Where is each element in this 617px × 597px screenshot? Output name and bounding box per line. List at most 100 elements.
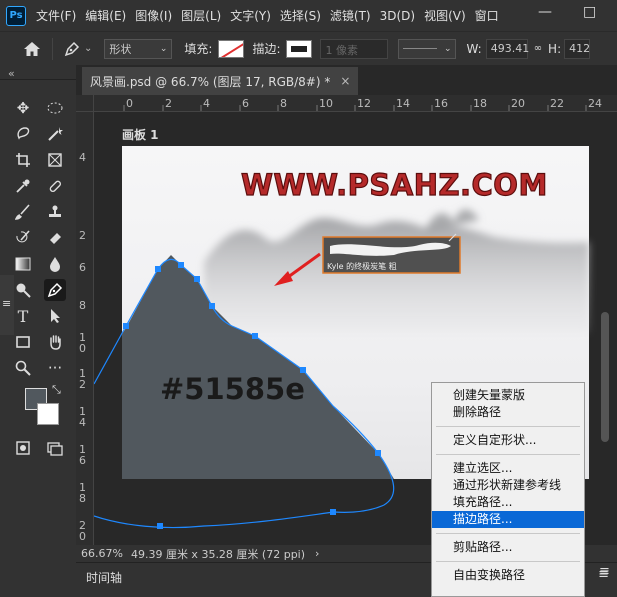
panel-dock-tab[interactable]: ≡ [0, 275, 14, 335]
fill-swatch[interactable] [218, 39, 245, 58]
ruler-label: 20 [511, 97, 525, 110]
menu-layer[interactable]: 图层(L) [181, 7, 221, 24]
menu-image[interactable]: 图像(I) [135, 7, 172, 24]
zoom-level[interactable]: 66.67% [81, 547, 123, 560]
brush-tool-icon[interactable] [12, 201, 34, 223]
tool-mode-select[interactable]: 形状 ⌄ [104, 38, 173, 59]
status-menu-arrow[interactable]: › [315, 547, 319, 560]
link-dimensions-icon[interactable]: ∞ [534, 43, 542, 54]
lasso-tool-icon[interactable] [12, 123, 34, 145]
timeline-tab[interactable]: 时间轴 [86, 569, 122, 586]
screen-mode-icon[interactable] [44, 437, 66, 459]
document-size: 49.39 厘米 x 35.28 厘米 (72 ppi) [130, 547, 306, 561]
hand-tool-icon[interactable] [44, 331, 66, 353]
menu-item-free-transform-path[interactable]: 自由变换路径 [432, 567, 584, 584]
menu-file[interactable]: 文件(F) [36, 7, 76, 24]
line-style-preview [403, 48, 438, 49]
menu-item-clipping-path[interactable]: 剪贴路径... [432, 539, 584, 556]
menu-item-make-selection[interactable]: 建立选区... [432, 460, 584, 477]
fill-label: 填充: [184, 42, 213, 56]
eyedropper-tool-icon[interactable] [12, 175, 34, 197]
minimize-button[interactable]: — [538, 4, 552, 20]
stroke-type-select[interactable]: ⌄ [398, 38, 457, 59]
divider [0, 79, 76, 80]
ruler-label: 0 [126, 97, 133, 110]
marquee-ellipse-tool-icon[interactable] [44, 97, 66, 119]
menu-separator [436, 561, 580, 562]
vertical-ruler[interactable]: 2 4 6 8 1 0 1 2 1 4 1 6 1 8 2 0 [76, 112, 94, 545]
eraser-tool-icon[interactable] [44, 227, 66, 249]
pen-tool-icon[interactable] [44, 279, 66, 301]
menu-item-stroke-path[interactable]: 描边路径... [432, 511, 584, 528]
stroke-swatch[interactable] [286, 39, 313, 58]
vertical-scrollbar[interactable] [597, 112, 617, 545]
ruler-label: 24 [588, 97, 602, 110]
menu-item-define-custom-shape[interactable]: 定义自定形状... [432, 432, 584, 449]
zoom-tool-icon[interactable] [12, 357, 34, 379]
frame-tool-icon[interactable] [44, 149, 66, 171]
panel-menu-icon[interactable]: ≡ [599, 564, 610, 579]
background-color-swatch[interactable] [37, 403, 59, 425]
blur-tool-icon[interactable] [44, 253, 66, 275]
swap-colors-icon[interactable]: ⤡ [52, 383, 61, 397]
clone-stamp-tool-icon[interactable] [44, 201, 66, 223]
magic-wand-tool-icon[interactable] [44, 123, 66, 145]
move-tool-icon[interactable]: ✥ [12, 97, 34, 119]
ruler-origin[interactable] [76, 95, 94, 112]
chevron-down-icon: ⌄ [84, 43, 93, 54]
ruler-label: 6 [79, 261, 86, 274]
chevron-down-icon: ⌄ [443, 43, 452, 54]
menu-window[interactable]: 窗口 [475, 7, 499, 24]
ruler-label: 8 [79, 299, 86, 312]
no-fill-slash-icon [219, 40, 244, 57]
menu-3d[interactable]: 3D(D) [380, 9, 415, 23]
restore-button[interactable]: □ [583, 4, 596, 20]
ruler-label: 1 2 [79, 367, 86, 391]
ruler-label: 1 8 [79, 481, 86, 505]
menu-item-delete-path[interactable]: 删除路径 [432, 404, 584, 421]
more-tools-icon[interactable]: ··· [44, 357, 66, 379]
ruler-label: 14 [396, 97, 410, 110]
height-field[interactable]: 412 [564, 38, 591, 59]
gradient-tool-icon[interactable] [12, 253, 34, 275]
menu-item-fill-path[interactable]: 填充路径... [432, 494, 584, 511]
history-brush-tool-icon[interactable] [12, 227, 34, 249]
quick-mask-icon[interactable] [12, 437, 34, 459]
close-tab-icon[interactable]: × [340, 74, 350, 88]
menu-view[interactable]: 视图(V) [424, 7, 466, 24]
ruler-label: 2 [165, 97, 172, 110]
ruler-label: 8 [280, 97, 287, 110]
document-tab[interactable]: 风景画.psd @ 66.7% (图层 17, RGB/8#) * × [82, 67, 359, 95]
ruler-label: 16 [434, 97, 448, 110]
horizontal-ruler[interactable]: 0 2 4 6 8 10 12 14 16 18 20 22 24 [94, 95, 617, 112]
menu-type[interactable]: 文字(Y) [230, 7, 271, 24]
menu-bar: Ps 文件(F) 编辑(E) 图像(I) 图层(L) 文字(Y) 选择(S) 滤… [0, 0, 617, 31]
menu-filter[interactable]: 滤镜(T) [330, 7, 371, 24]
ruler-label: 2 [79, 229, 86, 242]
stroke-width-field[interactable]: 1 像素 [320, 38, 389, 59]
scrollbar-thumb[interactable] [601, 312, 609, 442]
crop-tool-icon[interactable] [12, 149, 34, 171]
document-tab-bar: 风景画.psd @ 66.7% (图层 17, RGB/8#) * × [76, 65, 617, 95]
type-tool-icon[interactable]: T [12, 305, 34, 327]
width-field[interactable]: 493.41 [485, 38, 529, 59]
pen-icon [64, 41, 80, 56]
path-selection-tool-icon[interactable] [44, 305, 66, 327]
menu-item-create-vector-mask[interactable]: 创建矢量蒙版 [432, 387, 584, 404]
photoshop-logo-icon[interactable]: Ps [6, 5, 26, 26]
dodge-tool-icon[interactable] [12, 279, 34, 301]
menu-select[interactable]: 选择(S) [280, 7, 321, 24]
pen-tool-preset-picker[interactable]: ⌄ [63, 40, 92, 58]
healing-brush-tool-icon[interactable] [44, 175, 66, 197]
menu-item-new-guides-from-shape[interactable]: 通过形状新建参考线 [432, 477, 584, 494]
rectangle-tool-icon[interactable] [12, 331, 34, 353]
home-icon[interactable] [18, 35, 46, 63]
ruler-label: 10 [319, 97, 333, 110]
menu-separator [436, 533, 580, 534]
panel-menu-icon[interactable]: ≡ [2, 297, 11, 310]
tools-panel: « ✥ T ··· ⤡ ≡ [0, 65, 76, 597]
context-menu: 创建矢量蒙版 删除路径 定义自定形状... 建立选区... 通过形状新建参考线 … [431, 382, 585, 597]
divider [52, 37, 53, 60]
ruler-label: 1 6 [79, 443, 86, 467]
menu-edit[interactable]: 编辑(E) [85, 7, 126, 24]
